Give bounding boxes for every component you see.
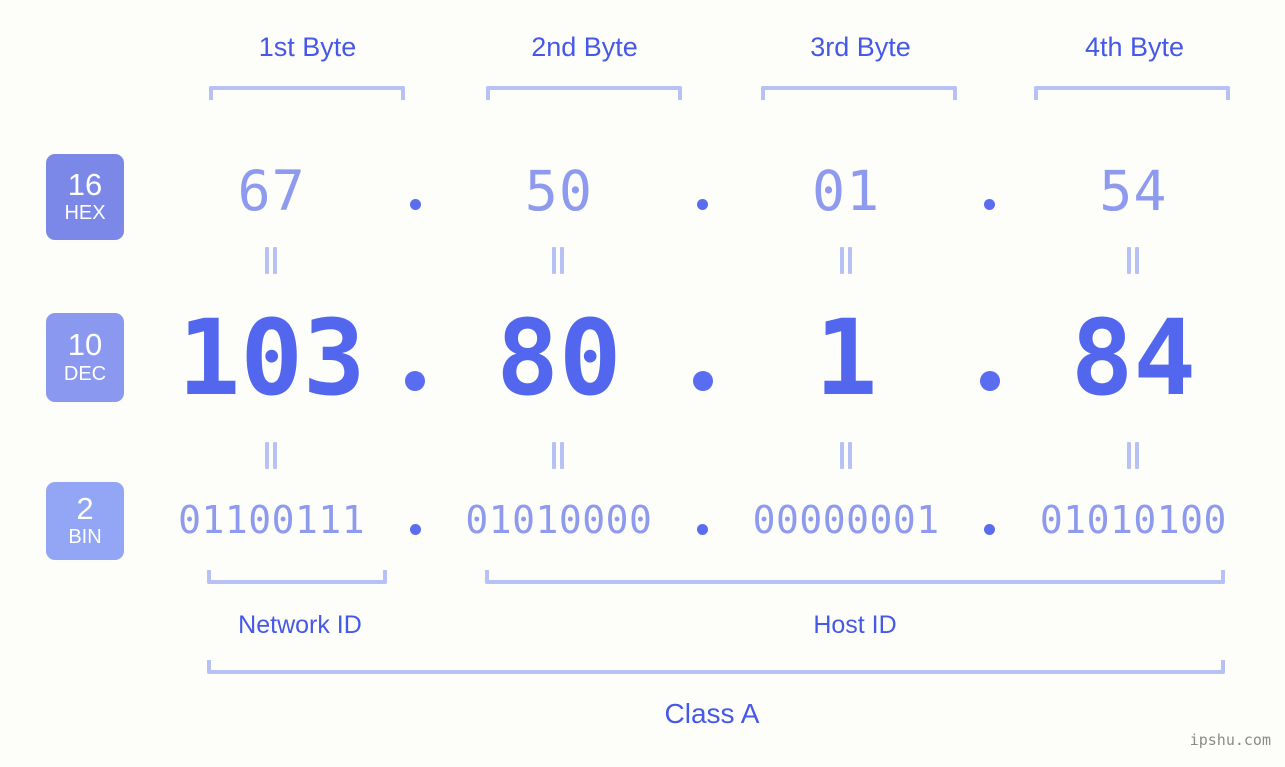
hex-octet-4: 54 — [1099, 159, 1168, 223]
bin-octet-2: 01010000 — [465, 498, 653, 542]
base-badge-hex-number: 16 — [67, 166, 103, 202]
base-badge-hex-name: HEX — [64, 202, 106, 225]
dec-dot-3 — [968, 325, 1012, 391]
dec-octet-4: 84 — [1070, 296, 1196, 419]
equals-icon-5 — [150, 441, 393, 469]
dec-octet-1: 103 — [177, 296, 366, 419]
base-badge-dec-name: DEC — [63, 362, 107, 385]
equals-icon-4 — [1012, 246, 1255, 274]
base-badge-hex[interactable]: 16 HEX — [46, 154, 124, 240]
base-badge-dec-number: 10 — [67, 327, 103, 363]
byte-header-2: 2nd Byte — [531, 32, 638, 62]
byte-header-3: 3rd Byte — [810, 32, 911, 62]
bin-dot-2 — [681, 506, 725, 535]
dec-dot-2 — [681, 325, 725, 391]
bin-octet-1: 01100111 — [178, 498, 366, 542]
hex-dot-1 — [393, 173, 437, 210]
watermark: ipshu.com — [1189, 731, 1271, 749]
bin-octet-4: 01010100 — [1039, 498, 1227, 542]
equals-row-hex-dec — [150, 246, 1255, 274]
hex-octet-3: 01 — [812, 159, 881, 223]
byte-header-4: 4th Byte — [1084, 32, 1185, 62]
byte-header-1: 1st Byte — [258, 32, 357, 62]
bin-dot-1 — [393, 506, 437, 535]
byte-bracket-4 — [1034, 86, 1230, 100]
hex-octet-2: 50 — [524, 159, 593, 223]
class-label: Class A — [664, 698, 760, 729]
dec-dot-1 — [393, 325, 437, 391]
base-badge-bin[interactable]: 2 BIN — [46, 482, 124, 560]
byte-bracket-1 — [209, 86, 405, 100]
dec-value-row: 103 80 1 84 — [150, 297, 1255, 419]
ip-breakdown-diagram: 1st Byte 2nd Byte 3rd Byte 4th Byte 16 H… — [0, 0, 1285, 767]
byte-bracket-3 — [761, 86, 957, 100]
bin-dot-3 — [968, 506, 1012, 535]
bin-octet-3: 00000001 — [752, 498, 940, 542]
equals-icon-8 — [1012, 441, 1255, 469]
equals-icon-1 — [150, 246, 393, 274]
bin-value-row: 01100111 01010000 00000001 01010100 — [150, 492, 1255, 548]
network-id-bracket — [207, 570, 387, 584]
equals-icon-7 — [725, 441, 968, 469]
dec-octet-3: 1 — [814, 296, 878, 419]
base-badge-dec[interactable]: 10 DEC — [46, 313, 124, 402]
hex-value-row: 67 50 01 54 — [150, 158, 1255, 224]
equals-icon-6 — [437, 441, 680, 469]
host-id-label: Host ID — [813, 611, 897, 639]
equals-icon-2 — [437, 246, 680, 274]
dec-octet-2: 80 — [496, 296, 622, 419]
hex-dot-3 — [968, 173, 1012, 210]
hex-octet-1: 67 — [237, 159, 306, 223]
host-id-bracket — [485, 570, 1225, 584]
network-id-label: Network ID — [238, 611, 362, 639]
base-badge-bin-name: BIN — [68, 526, 102, 549]
byte-bracket-2 — [486, 86, 682, 100]
hex-dot-2 — [681, 173, 725, 210]
class-bracket — [207, 660, 1225, 674]
base-badge-bin-number: 2 — [76, 490, 94, 526]
equals-icon-3 — [725, 246, 968, 274]
equals-row-dec-bin — [150, 441, 1255, 469]
